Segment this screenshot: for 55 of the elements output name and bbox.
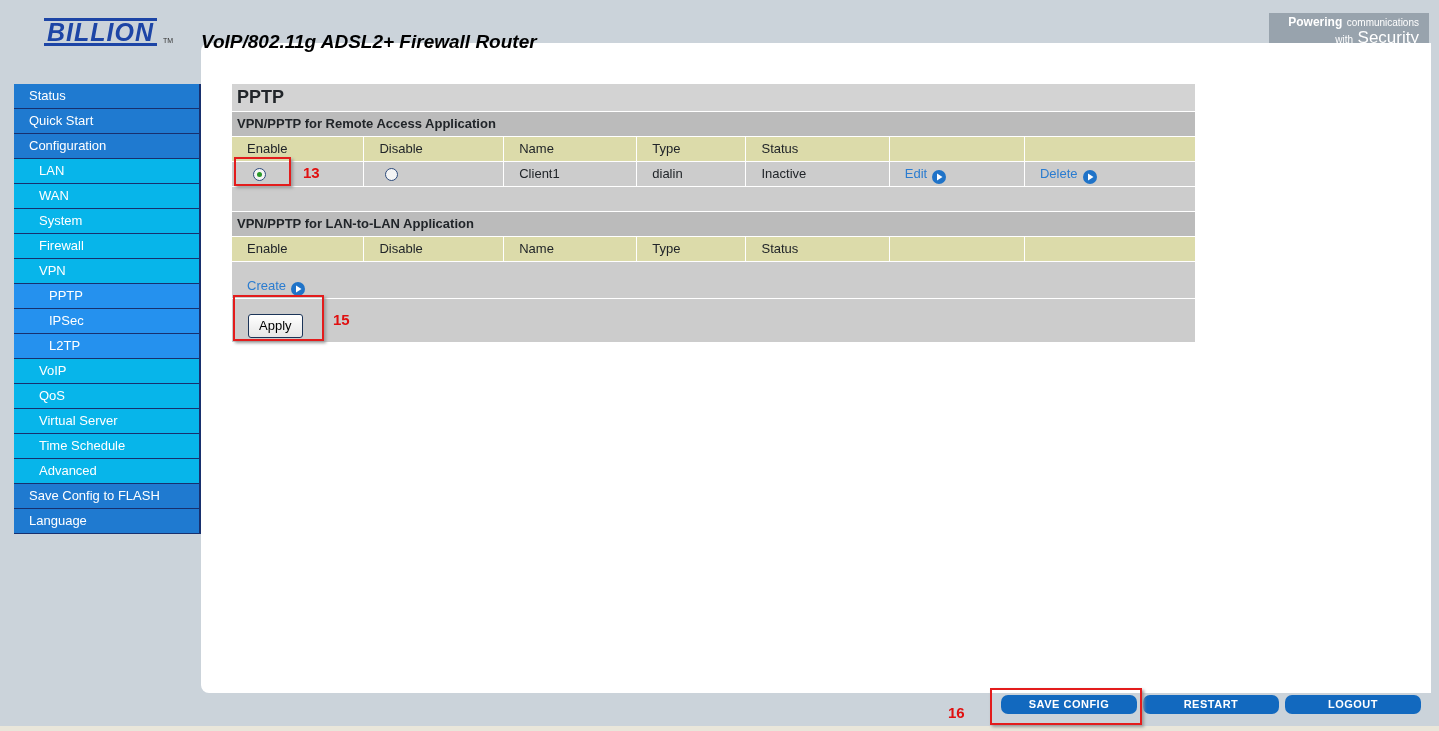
sidebar-item[interactable]: Status — [14, 84, 201, 109]
sidebar-item[interactable]: Configuration — [14, 134, 201, 159]
table-cell: dialin — [636, 161, 746, 187]
column-header: Status — [746, 136, 890, 162]
sidebar-item[interactable]: Save Config to FLASH — [14, 484, 201, 509]
play-icon — [932, 169, 947, 184]
sidebar-item[interactable]: Advanced — [14, 459, 201, 484]
table-cell: Inactive — [746, 161, 890, 187]
sidebar-item[interactable]: WAN — [14, 184, 201, 209]
sidebar-item[interactable]: QoS — [14, 384, 201, 409]
sidebar-item[interactable]: VPN — [14, 259, 201, 284]
tagline-text: Powering — [1288, 15, 1343, 29]
callout-number: 13 — [303, 163, 320, 183]
section-title: VPN/PPTP for LAN-to-LAN Application — [232, 211, 1196, 237]
sidebar-item[interactable]: VoIP — [14, 359, 201, 384]
callout-number: 16 — [948, 703, 965, 723]
footer-button[interactable]: SAVE CONFIG — [1001, 695, 1137, 714]
link[interactable]: Delete — [1040, 166, 1078, 182]
column-header: Status — [746, 236, 890, 262]
table-cell: Client1 — [503, 161, 637, 187]
column-header: Type — [636, 236, 746, 262]
tagline-text: Security — [1357, 28, 1419, 47]
radio-button[interactable] — [385, 168, 399, 182]
radio-button[interactable] — [253, 168, 266, 182]
column-header: Type — [636, 136, 746, 162]
sidebar-item[interactable]: Virtual Server — [14, 409, 201, 434]
sidebar-item[interactable]: Language — [14, 509, 201, 534]
sidebar-item[interactable]: LAN — [14, 159, 201, 184]
section-title: VPN/PPTP for Remote Access Application — [232, 111, 1196, 137]
callout-number: 15 — [333, 310, 350, 330]
footer-button[interactable]: RESTART — [1143, 695, 1279, 714]
sidebar-item[interactable]: Time Schedule — [14, 434, 201, 459]
page-title: PPTP — [232, 84, 1196, 112]
sidebar-item[interactable]: PPTP — [14, 284, 201, 309]
column-header: Name — [503, 236, 637, 262]
footer-button[interactable]: LOGOUT — [1285, 695, 1421, 714]
play-icon — [1082, 169, 1097, 184]
column-header: Disable — [363, 236, 504, 262]
column-header: Name — [503, 136, 637, 162]
sidebar-item[interactable]: IPSec — [14, 309, 201, 334]
callout-box — [234, 157, 291, 186]
sidebar-item[interactable]: Firewall — [14, 234, 201, 259]
apply-button[interactable]: Apply — [248, 314, 303, 338]
link[interactable]: Create — [247, 278, 287, 294]
column-header: Enable — [232, 236, 364, 262]
logo: BILLION — [44, 18, 157, 46]
sidebar-item[interactable]: L2TP — [14, 334, 201, 359]
column-header: Disable — [363, 136, 504, 162]
router-title: VoIP/802.11g ADSL2+ Firewall Router — [201, 31, 537, 53]
tagline-text: communications — [1346, 17, 1419, 28]
play-icon — [291, 282, 306, 296]
sidebar-item[interactable]: Quick Start — [14, 109, 201, 134]
sidebar-item[interactable]: System — [14, 209, 201, 234]
link[interactable]: Edit — [904, 166, 928, 182]
tagline-text: with — [1335, 34, 1354, 45]
